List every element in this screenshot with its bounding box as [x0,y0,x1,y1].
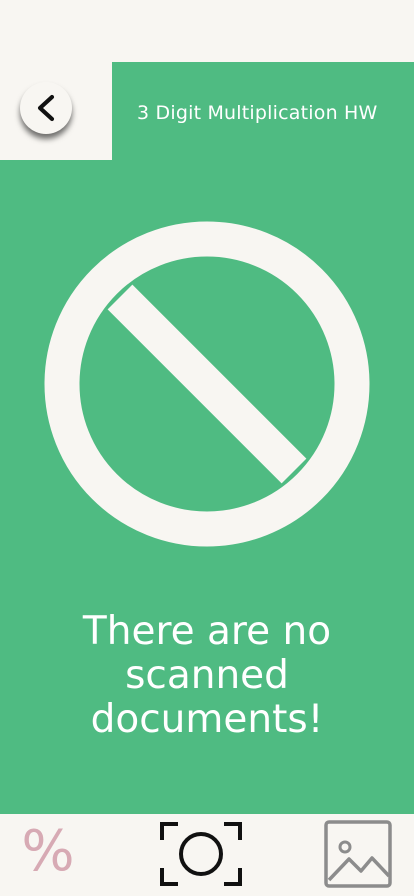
image-gallery-icon [324,820,392,888]
chevron-left-icon [37,94,55,122]
image-gallery-button[interactable] [324,820,392,888]
page-title: 3 Digit Multiplication HW [137,102,378,124]
empty-state-message: There are no scanned documents! [82,609,332,742]
app-screen: 3 Digit Multiplication HW There are no s… [0,0,414,896]
no-entry-icon [44,221,370,547]
camera-scan-icon [160,822,242,886]
back-button[interactable] [20,82,72,134]
camera-scan-button[interactable] [158,820,244,888]
percent-button[interactable]: % [18,819,78,885]
